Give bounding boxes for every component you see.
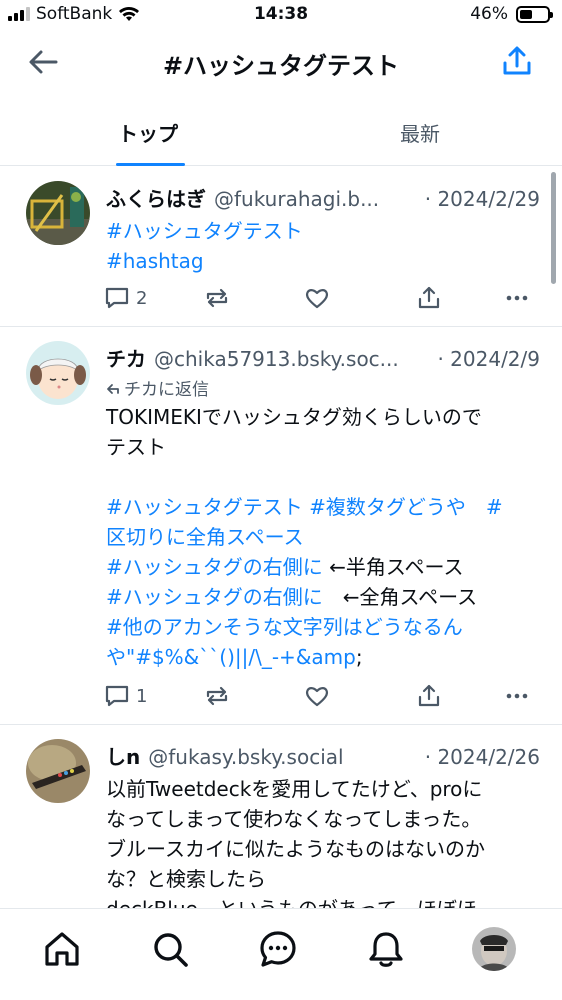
more-dots-icon [506, 295, 528, 301]
repost-icon [206, 686, 228, 706]
post[interactable]: しn @fukasy.bsky.social · 2024/2/26 以前Twe… [0, 725, 562, 908]
post-date: · 2024/2/26 [424, 745, 540, 769]
reply-icon [105, 685, 129, 707]
reply-count: 2 [136, 287, 148, 309]
avatar[interactable] [26, 181, 90, 245]
text-line: な？と検索したら [106, 867, 266, 891]
post-actions: 2 [104, 283, 534, 313]
more-dots-icon [506, 693, 528, 699]
share-post-button[interactable] [416, 283, 442, 313]
scrollbar[interactable] [551, 172, 556, 284]
home-icon [45, 932, 79, 966]
share-post-button[interactable] [416, 681, 442, 711]
hashtag-link[interactable]: や"#$%&``()||/\_-+&amp [106, 645, 356, 669]
like-button[interactable] [304, 681, 330, 711]
reply-button[interactable]: 2 [104, 283, 147, 313]
profile-avatar-image [472, 927, 516, 971]
text-line: TOKIMEKIでハッシュタグ効くらしいので [106, 405, 482, 429]
hashtag-link[interactable]: # [486, 495, 503, 519]
nav-home[interactable] [42, 929, 82, 969]
tab-active-indicator [116, 163, 185, 166]
bottom-nav [0, 908, 562, 1000]
nav-profile-avatar[interactable] [472, 927, 516, 971]
share-icon[interactable] [500, 44, 534, 78]
bell-icon [369, 932, 403, 967]
author-name[interactable]: しn [106, 741, 140, 770]
battery-icon [516, 5, 553, 23]
author-handle[interactable]: @fukurahagi.b... [214, 187, 379, 211]
tab-latest[interactable]: 最新 [400, 118, 440, 147]
text-line: テスト [106, 435, 166, 459]
heart-icon [305, 289, 329, 309]
battery-percent: 46% [470, 4, 508, 24]
author-handle[interactable]: @fukasy.bsky.social [148, 745, 343, 769]
avatar[interactable] [26, 341, 90, 405]
hashtag-link[interactable]: #ハッシュタグの右側に [106, 585, 323, 609]
header: #ハッシュタグテスト [0, 32, 562, 92]
hashtag-link[interactable]: #hashtag [106, 249, 204, 273]
post-text: #ハッシュタグテスト #hashtag [106, 216, 540, 276]
post-body: ふくらはぎ @fukurahagi.b... · 2024/2/29 #ハッシュ… [106, 183, 540, 276]
nav-search[interactable] [150, 929, 190, 969]
hashtag-link[interactable]: #他のアカンそうな文字列はどうなるん [106, 615, 463, 639]
post-date: · 2024/2/29 [424, 187, 540, 211]
post-text: TOKIMEKIでハッシュタグ効くらしいので テスト #ハッシュタグテスト #複… [106, 402, 540, 672]
reply-icon [105, 287, 129, 309]
hashtag-link[interactable]: #複数タグどうや [309, 495, 466, 519]
reply-button[interactable]: 1 [104, 681, 147, 711]
more-options-button[interactable] [504, 283, 530, 313]
nav-notifications[interactable] [366, 929, 406, 969]
reply-arrow-icon [107, 383, 119, 394]
tab-bar: トップ 最新 [0, 104, 562, 166]
text-tail: ; [355, 645, 363, 669]
post-body: しn @fukasy.bsky.social · 2024/2/26 以前Twe… [106, 741, 540, 908]
post[interactable]: ふくらはぎ @fukurahagi.b... · 2024/2/29 #ハッシュ… [0, 167, 562, 327]
text-note: ←半角スペース [329, 555, 464, 579]
hashtag-link[interactable]: #ハッシュタグの右側に [106, 555, 323, 579]
like-button[interactable] [304, 283, 330, 313]
page-title: #ハッシュタグテスト [162, 52, 400, 80]
author-handle[interactable]: @chika57913.bsky.soc... [154, 347, 399, 371]
repost-icon [206, 288, 228, 308]
post-header: ふくらはぎ @fukurahagi.b... · 2024/2/29 [106, 183, 540, 212]
share-icon [418, 684, 440, 707]
hashtag-link[interactable]: 区切りに全角スペース [106, 525, 304, 549]
status-right: 46% [470, 4, 553, 24]
text-line: ブルースカイに似たようなものはないのか [106, 837, 485, 861]
battery-level [520, 9, 532, 19]
reply-count: 1 [136, 685, 148, 707]
reply-to-label: チカに返信 [124, 380, 209, 400]
post[interactable]: チカ @chika57913.bsky.soc... · 2024/2/9 チカ… [0, 327, 562, 725]
post-actions: 1 [104, 681, 534, 711]
author-name[interactable]: チカ [106, 343, 146, 372]
chat-icon [260, 931, 296, 967]
search-icon [154, 933, 188, 967]
post-date: · 2024/2/9 [437, 347, 540, 371]
tab-top[interactable]: トップ [118, 118, 178, 147]
text-line: なってしまって使わなくなってしまった。 [106, 807, 482, 831]
post-text: 以前Tweetdeckを愛用してたけど、proに なってしまって使わなくなってし… [106, 774, 540, 908]
post-feed: ふくらはぎ @fukurahagi.b... · 2024/2/29 #ハッシュ… [0, 167, 562, 908]
heart-icon [305, 687, 329, 707]
share-icon [418, 286, 440, 309]
post-header: しn @fukasy.bsky.social · 2024/2/26 [106, 741, 540, 770]
text-line: deckBlue というものがあって ほぼほ [106, 897, 477, 908]
hashtag-link[interactable]: #ハッシュタグテスト [106, 219, 303, 243]
nav-chat[interactable] [258, 929, 298, 969]
text-line: 以前Tweetdeckを愛用してたけど、proに [106, 777, 483, 801]
repost-button[interactable] [204, 283, 230, 313]
post-body: チカ @chika57913.bsky.soc... · 2024/2/9 チカ… [106, 343, 540, 672]
status-bar: SoftBank 14:38 46% [0, 0, 562, 32]
reply-indicator[interactable]: チカに返信 [106, 375, 540, 400]
more-options-button[interactable] [504, 681, 530, 711]
avatar[interactable] [26, 739, 90, 803]
text-note: ←全角スペース [342, 585, 478, 609]
hashtag-link[interactable]: #ハッシュタグテスト [106, 495, 303, 519]
repost-button[interactable] [204, 681, 230, 711]
post-header: チカ @chika57913.bsky.soc... · 2024/2/9 [106, 343, 540, 372]
author-name[interactable]: ふくらはぎ [106, 183, 206, 212]
